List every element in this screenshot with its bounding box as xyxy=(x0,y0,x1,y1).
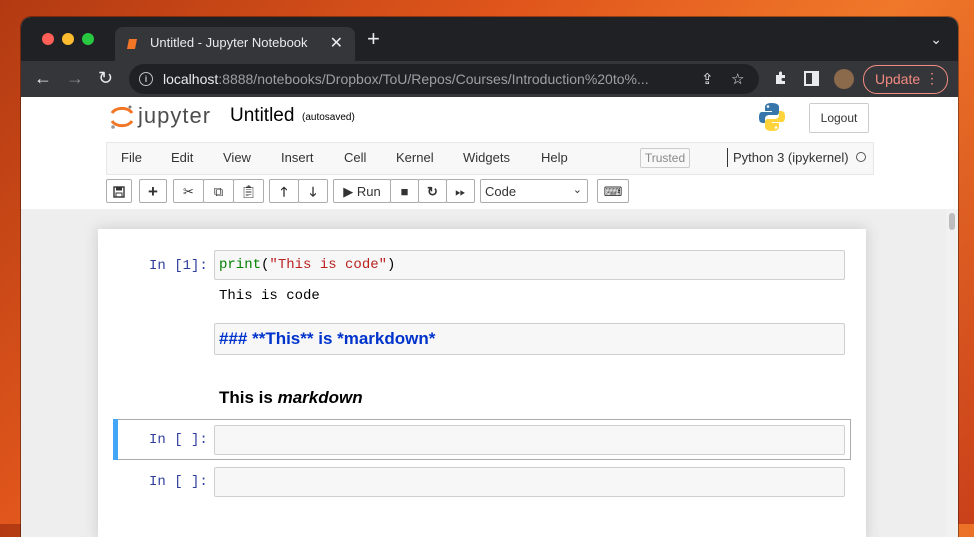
side-panel-icon[interactable] xyxy=(804,71,819,86)
extensions-puzzle-icon[interactable] xyxy=(773,70,789,86)
markdown-source: ### **This** is *markdown* xyxy=(219,329,436,348)
tab-close-icon[interactable]: ✕ xyxy=(330,33,343,53)
cell-type-value: Code xyxy=(485,184,517,199)
cell-1-input[interactable]: print("This is code") xyxy=(214,250,845,280)
save-status: (autosaved) xyxy=(302,112,355,123)
menu-cell[interactable]: Cell xyxy=(344,150,366,165)
play-icon: ▶ xyxy=(343,184,354,199)
zoom-window-button[interactable] xyxy=(82,33,94,45)
new-tab-button[interactable]: + xyxy=(367,28,380,50)
move-down-arrow-icon[interactable]: 🡓 xyxy=(298,179,328,203)
menu-widgets[interactable]: Widgets xyxy=(463,150,510,165)
scrollbar-thumb[interactable] xyxy=(949,213,955,230)
forward-arrow-icon[interactable]: → xyxy=(66,68,84,88)
save-button[interactable] xyxy=(106,179,132,203)
address-bar[interactable]: i localhost:8888/notebooks/Dropbox/ToU/R… xyxy=(129,64,759,94)
minimize-window-button[interactable] xyxy=(62,33,74,45)
cut-scissors-icon[interactable]: ✂ xyxy=(173,179,204,203)
menu-kernel[interactable]: Kernel xyxy=(396,150,434,165)
tab-strip: Untitled - Jupyter Notebook ✕ + ⌄ xyxy=(21,17,958,61)
page-scrollbar[interactable] xyxy=(946,209,958,537)
jupyter-logo-icon xyxy=(110,105,134,129)
more-menu-icon[interactable]: ⋮ xyxy=(925,70,939,87)
kernel-name[interactable]: Python 3 (ipykernel) xyxy=(733,150,849,165)
menu-bar: File Edit View Insert Cell Kernel Widget… xyxy=(106,142,874,175)
run-button[interactable]: ▶ Run xyxy=(333,179,391,203)
fast-forward-icon[interactable]: ⏩︎ xyxy=(446,179,475,203)
cell-1-output: This is code xyxy=(219,288,320,304)
markdown-cell-input[interactable]: ### **This** is *markdown* xyxy=(214,323,845,355)
insert-cell-plus-icon[interactable]: + xyxy=(139,179,167,203)
move-up-arrow-icon[interactable]: 🡑 xyxy=(269,179,299,203)
tab-active[interactable]: Untitled - Jupyter Notebook ✕ xyxy=(115,27,355,61)
chevron-down-icon: ⌄ xyxy=(572,184,582,196)
markdown-rendered[interactable]: This is markdown xyxy=(219,388,363,408)
menu-view[interactable]: View xyxy=(223,150,251,165)
notebook-workspace: In [1]: print("This is code") This is co… xyxy=(21,209,958,537)
bookmark-star-icon[interactable]: ☆ xyxy=(731,70,744,88)
selected-cell-indicator xyxy=(113,419,118,460)
copy-icon[interactable]: ⧉ xyxy=(203,179,234,203)
logout-button[interactable]: Logout xyxy=(809,103,869,133)
notebook-toolbar: + ✂ ⧉ 📋︎ 🡑 🡓 ▶ Run ■ ↻ ⏩︎ Code ⌄ ⌨ xyxy=(106,179,946,207)
cell-4-input[interactable] xyxy=(214,467,845,497)
share-icon[interactable]: ⇪ xyxy=(701,70,714,88)
stop-square-icon[interactable]: ■ xyxy=(390,179,419,203)
site-info-icon[interactable]: i xyxy=(139,72,153,86)
cell-4-prompt: In [ ]: xyxy=(149,474,208,490)
cell-3-input[interactable] xyxy=(214,425,845,455)
cell-type-select[interactable]: Code ⌄ xyxy=(480,179,588,203)
close-window-button[interactable] xyxy=(42,33,54,45)
jupyter-page: jupyter Untitled (autosaved) Logout File… xyxy=(21,97,958,537)
browser-window: Untitled - Jupyter Notebook ✕ + ⌄ ← → ↻ … xyxy=(21,17,958,537)
kernel-divider xyxy=(727,148,728,167)
url-text[interactable]: localhost:8888/notebooks/Dropbox/ToU/Rep… xyxy=(163,71,649,87)
run-label: Run xyxy=(356,184,381,199)
notebook-title[interactable]: Untitled xyxy=(230,105,294,127)
paste-icon[interactable]: 📋︎ xyxy=(233,179,264,203)
command-palette-keyboard-icon[interactable]: ⌨ xyxy=(597,179,629,203)
browser-toolbar: ← → ↻ i localhost:8888/notebooks/Dropbox… xyxy=(21,61,958,97)
update-label: Update xyxy=(875,71,921,87)
update-button[interactable]: Update ⋮ xyxy=(863,65,948,94)
python-logo-icon xyxy=(759,103,785,131)
menu-edit[interactable]: Edit xyxy=(171,150,193,165)
tab-search-chevron-icon[interactable]: ⌄ xyxy=(930,31,942,48)
tab-title: Untitled - Jupyter Notebook xyxy=(150,35,308,50)
jupyter-logo-text[interactable]: jupyter xyxy=(138,103,211,129)
profile-avatar[interactable] xyxy=(834,69,854,89)
cell-1-prompt: In [1]: xyxy=(149,258,208,274)
back-arrow-icon[interactable]: ← xyxy=(34,68,52,88)
notebook-container: In [1]: print("This is code") This is co… xyxy=(98,229,866,537)
reload-icon[interactable]: ↻ xyxy=(98,68,113,88)
notebook-favicon-icon xyxy=(127,39,137,49)
cell-1-code: print("This is code") xyxy=(219,257,396,273)
menu-insert[interactable]: Insert xyxy=(281,150,314,165)
menu-help[interactable]: Help xyxy=(541,150,568,165)
cell-3-prompt: In [ ]: xyxy=(149,432,208,448)
restart-icon[interactable]: ↻ xyxy=(418,179,447,203)
trusted-badge[interactable]: Trusted xyxy=(640,148,690,168)
kernel-idle-indicator-icon xyxy=(856,152,866,162)
menu-file[interactable]: File xyxy=(121,150,142,165)
save-floppy-icon xyxy=(113,186,125,198)
jupyter-header: jupyter Untitled (autosaved) Logout xyxy=(21,97,958,142)
